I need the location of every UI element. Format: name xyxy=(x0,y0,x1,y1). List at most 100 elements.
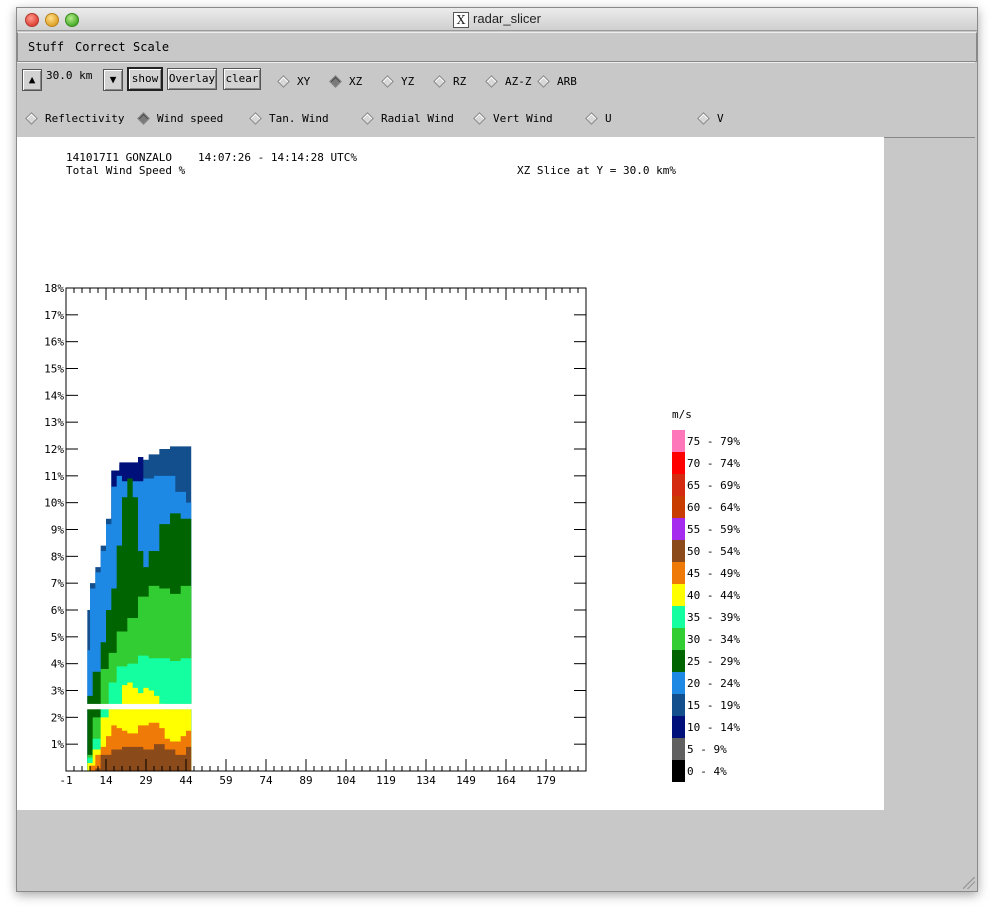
radio-indicator xyxy=(137,111,150,125)
title-bar[interactable]: Xradar_slicer xyxy=(17,8,977,31)
legend-swatch xyxy=(672,518,685,540)
height-down-button[interactable]: ▼ xyxy=(103,69,123,91)
radio-indicator xyxy=(585,111,598,125)
x-tick-label: 119 xyxy=(376,774,396,787)
radio-indicator xyxy=(25,111,38,125)
legend-label: 25 - 29% xyxy=(687,655,740,668)
legend-swatch xyxy=(672,562,685,584)
radio-label: AZ-Z xyxy=(505,75,532,88)
radio-label: Tan. Wind xyxy=(269,112,329,125)
radio-slice-az-z[interactable]: AZ-Z xyxy=(485,74,532,88)
clear-button[interactable]: clear xyxy=(223,68,261,90)
radio-label: XY xyxy=(297,75,311,88)
legend-label: 75 - 79% xyxy=(687,435,740,448)
toolbar: ▲ 30.0 km ▼ show Overlay clear XY XZ YZ … xyxy=(17,62,975,138)
radio-label: Radial Wind xyxy=(381,112,454,125)
legend-swatch xyxy=(672,650,685,672)
x-tick-label: 74 xyxy=(259,774,273,787)
menu-bar: Stuff Correct Scale xyxy=(17,32,977,62)
radio-slice-rz[interactable]: RZ xyxy=(433,74,467,88)
radio-slice-xy[interactable]: XY xyxy=(277,74,311,88)
radio-label: ARB xyxy=(557,75,577,88)
y-tick-label: 7% xyxy=(51,577,65,590)
y-tick-label: 14% xyxy=(44,389,64,402)
y-tick-label: 13% xyxy=(44,416,64,429)
radio-field-vert-wind[interactable]: Vert Wind xyxy=(473,111,553,125)
plot-canvas[interactable]: 141017I1 GONZALO 14:07:26 - 14:14:28 UTC… xyxy=(17,137,884,810)
radio-field-reflectivity[interactable]: Reflectivity xyxy=(25,111,125,125)
radio-indicator xyxy=(361,111,374,125)
y-tick-label: 5% xyxy=(51,631,65,644)
radio-slice-xz[interactable]: XZ xyxy=(329,74,362,88)
y-tick-label: 3% xyxy=(51,685,65,698)
legend-swatch xyxy=(672,738,685,760)
y-tick-label: 10% xyxy=(44,497,64,510)
legend-swatch xyxy=(672,628,685,650)
legend-swatch xyxy=(672,474,685,496)
x-tick-label: 29 xyxy=(139,774,152,787)
radio-field-radial-wind[interactable]: Radial Wind xyxy=(361,111,454,125)
legend-label: 0 - 4% xyxy=(687,765,727,778)
radio-label: U xyxy=(605,112,612,125)
show-button[interactable]: show xyxy=(127,67,163,91)
legend-label: 40 - 44% xyxy=(687,589,740,602)
radio-indicator xyxy=(697,111,710,125)
x-tick-label: 104 xyxy=(336,774,356,787)
legend-swatch xyxy=(672,496,685,518)
x-tick-label: 14 xyxy=(99,774,113,787)
radio-indicator xyxy=(433,74,446,88)
overlay-button[interactable]: Overlay xyxy=(167,68,217,90)
y-tick-label: 2% xyxy=(51,711,65,724)
radio-field-tan-wind[interactable]: Tan. Wind xyxy=(249,111,329,125)
menu-correct[interactable]: Correct xyxy=(75,40,126,54)
x-tick-label: 134 xyxy=(416,774,436,787)
legend-swatch xyxy=(672,760,685,782)
legend-label: 10 - 14% xyxy=(687,721,740,734)
legend-label: 60 - 64% xyxy=(687,501,740,514)
x-tick-label: 149 xyxy=(456,774,476,787)
radio-indicator xyxy=(537,74,550,88)
legend-swatch xyxy=(672,430,685,452)
x-tick-label: 59 xyxy=(219,774,232,787)
radio-slice-arb[interactable]: ARB xyxy=(537,74,577,88)
radio-label: Reflectivity xyxy=(45,112,125,125)
wind-speed-plot: -1 14 29 44 59 74 89 104 119 134 149 164 179 1% 2% 3% 4%… xyxy=(44,282,740,787)
data-gap-band xyxy=(80,703,194,710)
menu-stuff[interactable]: Stuff xyxy=(28,40,64,54)
legend-swatch xyxy=(672,716,685,738)
y-tick-label: 16% xyxy=(44,336,64,349)
height-up-button[interactable]: ▲ xyxy=(22,69,42,91)
radio-indicator xyxy=(485,74,498,88)
legend-label: 20 - 24% xyxy=(687,677,740,690)
radio-field-wind-speed[interactable]: Wind speed xyxy=(137,111,224,125)
radio-field-u[interactable]: U xyxy=(585,111,612,125)
radio-label: RZ xyxy=(453,75,467,88)
title-container: Xradar_slicer xyxy=(17,11,977,28)
legend-swatch xyxy=(672,694,685,716)
legend-label: 35 - 39% xyxy=(687,611,740,624)
radio-indicator xyxy=(277,74,290,88)
legend-label: 55 - 59% xyxy=(687,523,740,536)
y-tick-label: 6% xyxy=(51,604,65,617)
resize-grip[interactable] xyxy=(963,877,975,889)
legend-swatch xyxy=(672,540,685,562)
radio-slice-yz[interactable]: YZ xyxy=(381,74,414,88)
legend-label: 15 - 19% xyxy=(687,699,740,712)
x-tick-label: 179 xyxy=(536,774,556,787)
radio-indicator xyxy=(473,111,486,125)
legend-swatch xyxy=(672,584,685,606)
legend-label: 5 - 9% xyxy=(687,743,727,756)
legend-label: 30 - 34% xyxy=(687,633,740,646)
x-tick-label: 164 xyxy=(496,774,516,787)
radio-label: Wind speed xyxy=(157,112,224,125)
legend-swatch xyxy=(672,452,685,474)
menu-scale[interactable]: Scale xyxy=(133,40,169,54)
y-tick-label: 18% xyxy=(44,282,64,295)
y-tick-label: 9% xyxy=(51,524,65,537)
legend-label: 70 - 74% xyxy=(687,457,740,470)
y-tick-label: 1% xyxy=(51,738,65,751)
legend-label: 45 - 49% xyxy=(687,567,740,580)
y-tick-label: 17% xyxy=(44,309,64,322)
legend-swatch xyxy=(672,606,685,628)
radio-field-v[interactable]: V xyxy=(697,111,724,125)
